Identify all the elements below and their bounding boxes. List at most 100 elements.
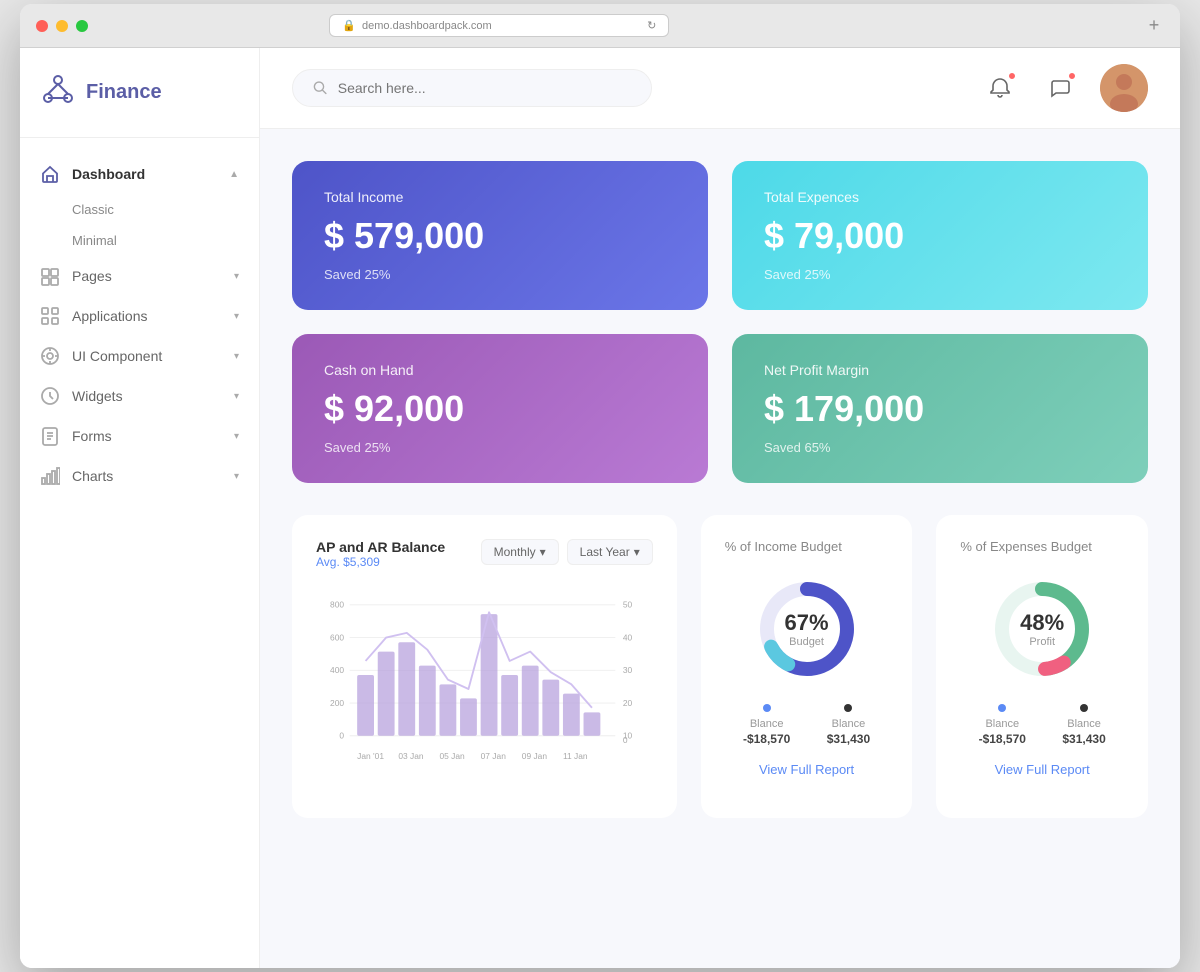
cash-sub: Saved 25% [324,440,676,455]
income-budget-title: % of Income Budget [725,539,889,554]
avatar[interactable] [1100,64,1148,112]
total-income-title: Total Income [324,189,676,205]
header-actions [980,64,1148,112]
logo-icon [40,72,76,113]
ui-component-label: UI Component [72,348,162,364]
chevron-down-icon: ▾ [634,545,640,559]
svg-text:05 Jan: 05 Jan [439,751,465,761]
home-icon [40,164,60,184]
message-button[interactable] [1040,68,1080,108]
legend-item-1: Blance -$18,570 [743,704,790,746]
chart-filters: Monthly ▾ Last Year ▾ [481,539,653,565]
total-income-sub: Saved 25% [324,267,676,282]
sidebar-logo: Finance [20,48,259,138]
sidebar-item-widgets[interactable]: Widgets ▾ [20,376,259,416]
sidebar-item-charts[interactable]: Charts ▾ [20,456,259,496]
stat-card-total-expenses: Total Expences $ 79,000 Saved 25% [732,161,1148,310]
cash-title: Cash on Hand [324,362,676,378]
income-donut-wrap: 67% Budget [725,574,889,684]
chevron-down-icon: ▾ [234,311,239,322]
notification-badge [1008,72,1016,80]
search-input[interactable] [338,80,631,96]
profit-sub: Saved 65% [764,440,1116,455]
lock-icon: 🔒 [342,19,356,32]
expenses-donut-wrap: 48% Profit [960,574,1124,684]
stat-card-total-income: Total Income $ 579,000 Saved 25% [292,161,708,310]
sidebar-item-minimal[interactable]: Minimal [20,225,259,256]
income-view-report[interactable]: View Full Report [725,762,889,777]
expenses-legend-val-1: -$18,570 [979,732,1026,746]
minimize-dot[interactable] [56,20,68,32]
legend-dot-1 [763,704,771,712]
sidebar-item-pages[interactable]: Pages ▾ [20,256,259,296]
app-container: Finance Dashboard ▲ Classic Minimal [20,48,1180,968]
expenses-legend-name-1: Blance [985,718,1019,730]
search-bar[interactable] [292,69,652,107]
sidebar: Finance Dashboard ▲ Classic Minimal [20,48,260,968]
expenses-budget-title: % of Expenses Budget [960,539,1124,554]
filter-monthly[interactable]: Monthly ▾ [481,539,559,565]
search-icon [313,80,328,96]
income-donut: 67% Budget [752,574,862,684]
new-tab-button[interactable]: + [1144,16,1164,36]
total-expenses-value: $ 79,000 [764,215,1116,257]
filter-year[interactable]: Last Year ▾ [567,539,653,565]
svg-text:30: 30 [623,665,633,675]
legend-name-2: Blance [832,718,866,730]
legend-val-2: $31,430 [827,732,870,746]
expenses-donut: 48% Profit [987,574,1097,684]
stats-grid: Total Income $ 579,000 Saved 25% Total E… [292,161,1148,483]
dashboard-body: Total Income $ 579,000 Saved 25% Total E… [260,129,1180,968]
legend-val-1: -$18,570 [743,732,790,746]
chevron-down-icon: ▾ [234,471,239,482]
expenses-legend: Blance -$18,570 Blance $31,430 [960,704,1124,746]
sidebar-item-forms[interactable]: Forms ▾ [20,416,259,456]
income-label: Budget [785,636,829,648]
legend-name-1: Blance [750,718,784,730]
reload-icon[interactable]: ↻ [647,19,656,32]
sidebar-item-ui-component[interactable]: UI Component ▾ [20,336,259,376]
bell-icon [989,77,1011,99]
browser-window: 🔒 demo.dashboardpack.com ↻ + [20,4,1180,968]
charts-label: Charts [72,468,113,484]
expenses-legend-dot-1 [998,704,1006,712]
sidebar-item-dashboard[interactable]: Dashboard ▲ [20,154,259,194]
bar-chart-subtitle: Avg. $5,309 [316,555,445,569]
chevron-down-icon: ▾ [540,545,546,559]
bar-chart-card: AP and AR Balance Avg. $5,309 Monthly ▾ … [292,515,677,818]
message-badge [1068,72,1076,80]
url-bar[interactable]: 🔒 demo.dashboardpack.com ↻ [329,14,669,37]
svg-text:40: 40 [623,632,633,642]
svg-text:03 Jan: 03 Jan [398,751,424,761]
bar-chart-title: AP and AR Balance [316,539,445,555]
cash-value: $ 92,000 [324,388,676,430]
svg-text:0: 0 [339,731,344,741]
profit-title: Net Profit Margin [764,362,1116,378]
maximize-dot[interactable] [76,20,88,32]
svg-text:0: 0 [623,735,628,745]
legend-item-2: Blance $31,430 [827,704,870,746]
expenses-legend-dot-2 [1080,704,1088,712]
svg-text:600: 600 [330,632,344,642]
chevron-up-icon: ▲ [229,169,239,180]
url-text: demo.dashboardpack.com [362,20,492,32]
sidebar-item-applications[interactable]: Applications ▾ [20,296,259,336]
bar-chart-visual: 800 600 400 200 0 50 40 30 20 10 [316,589,653,794]
total-income-value: $ 579,000 [324,215,676,257]
forms-label: Forms [72,428,112,444]
chevron-down-icon: ▾ [234,351,239,362]
profit-value: $ 179,000 [764,388,1116,430]
sidebar-item-classic[interactable]: Classic [20,194,259,225]
sidebar-nav: Dashboard ▲ Classic Minimal P [20,138,259,512]
income-donut-center: 67% Budget [785,610,829,648]
svg-text:Jan '01: Jan '01 [357,751,384,761]
expenses-legend-item-2: Blance $31,430 [1062,704,1105,746]
pages-label: Pages [72,268,112,284]
charts-icon [40,466,60,486]
notification-button[interactable] [980,68,1020,108]
expenses-view-report[interactable]: View Full Report [960,762,1124,777]
chevron-down-icon: ▾ [234,271,239,282]
logo-text: Finance [86,81,162,104]
legend-dot-2 [844,704,852,712]
close-dot[interactable] [36,20,48,32]
